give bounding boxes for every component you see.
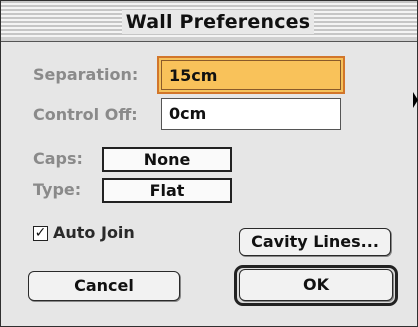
caps-popup[interactable]: None <box>102 147 232 172</box>
dialog-title: Wall Preferences <box>122 10 314 34</box>
cancel-button[interactable]: Cancel <box>28 271 180 301</box>
auto-join-label: Auto Join <box>53 223 135 242</box>
separation-input[interactable]: 15cm <box>161 60 341 90</box>
separation-label: Separation: <box>33 65 139 84</box>
cavity-lines-button[interactable]: Cavity Lines... <box>239 228 391 256</box>
type-label: Type: <box>33 180 82 199</box>
type-popup[interactable]: Flat <box>102 178 232 203</box>
control-offset-label: Control Off: <box>33 105 138 124</box>
caps-label: Caps: <box>33 149 83 168</box>
title-bar[interactable]: Wall Preferences <box>1 1 417 42</box>
control-offset-input[interactable]: 0cm <box>161 98 341 130</box>
wall-preferences-dialog: Wall Preferences Separation: 15cm Contro… <box>0 0 418 327</box>
ok-button[interactable]: OK <box>239 269 393 301</box>
auto-join-checkbox[interactable]: ✓ <box>33 226 48 241</box>
cursor-arrow-icon <box>413 92 418 108</box>
